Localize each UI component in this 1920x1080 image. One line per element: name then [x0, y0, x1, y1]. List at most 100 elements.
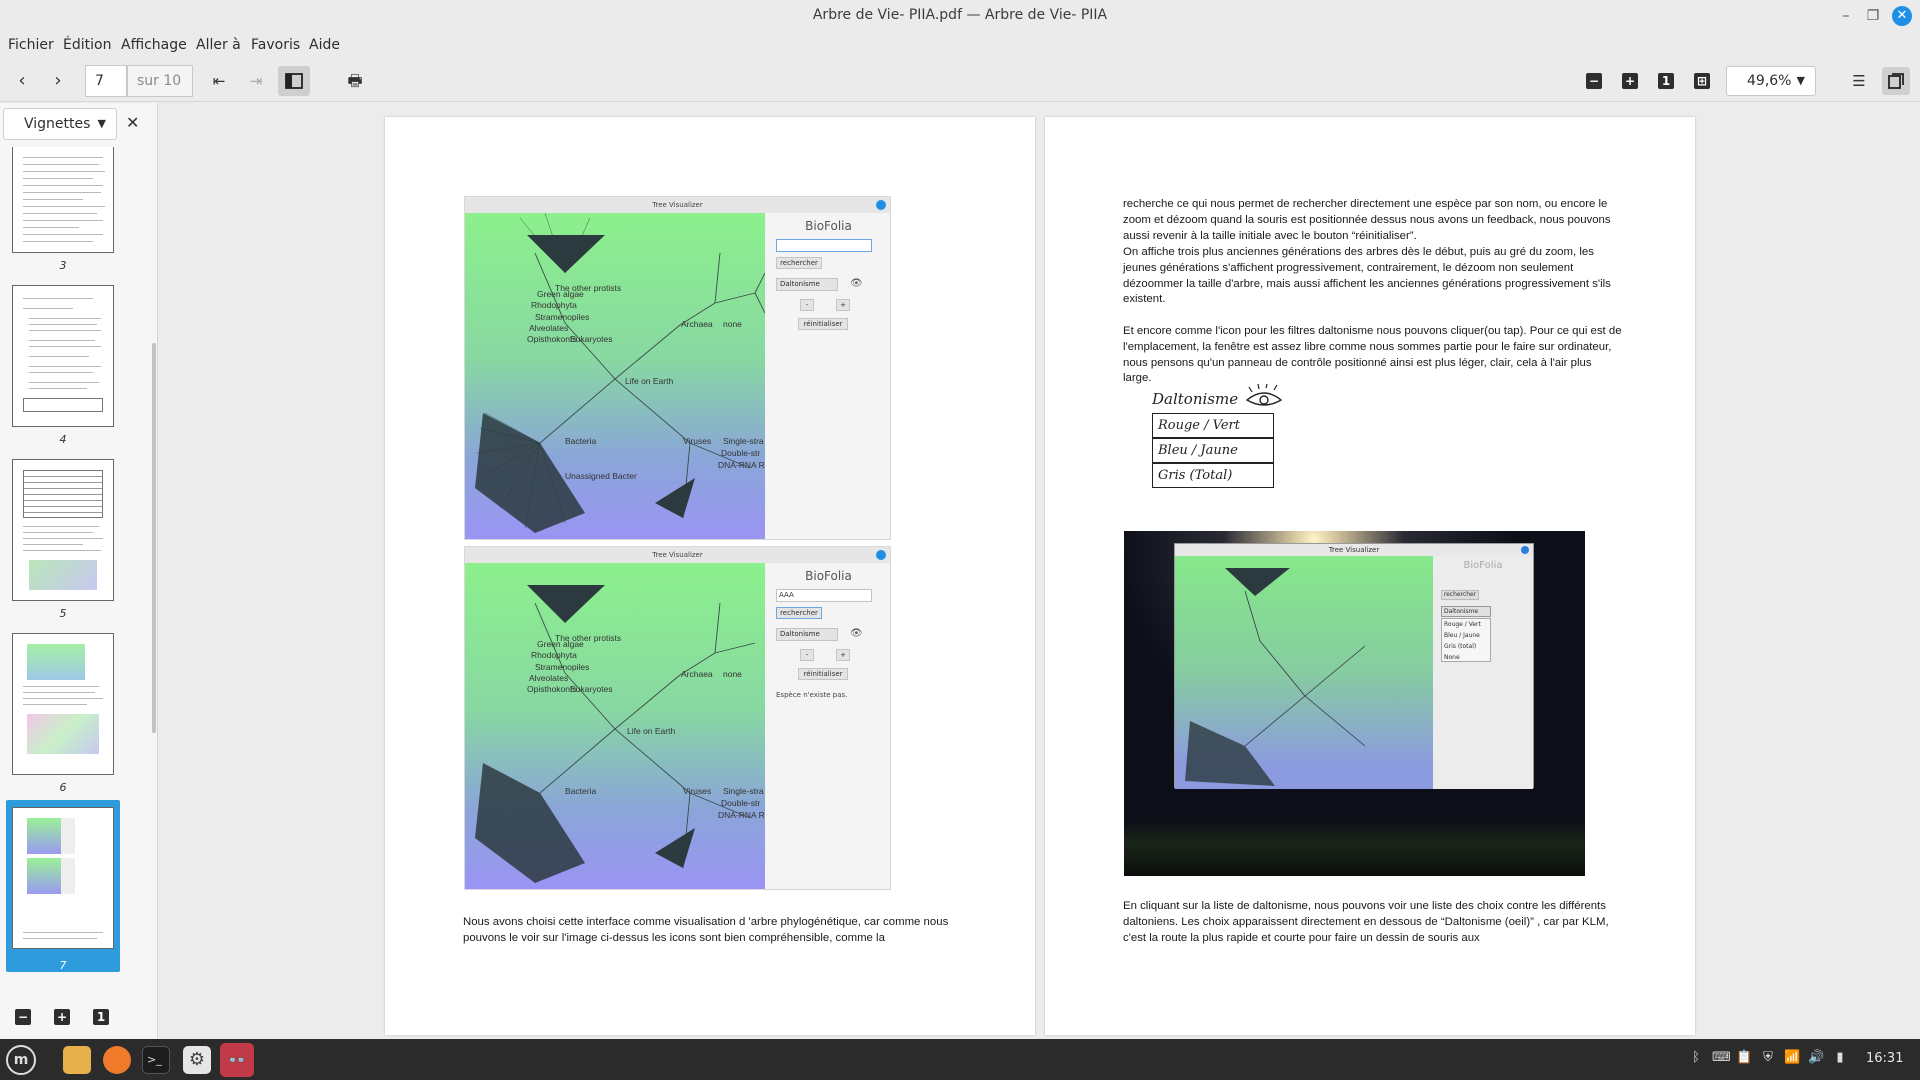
paragraph: En cliquant sur la liste de daltonisme, …: [1123, 900, 1609, 944]
close-icon: [1521, 546, 1529, 554]
dropdown-option: Rouge / Vert: [1444, 621, 1481, 628]
thumbnail-zoom-in-icon[interactable]: +: [54, 1009, 70, 1025]
search-button: rechercher: [1441, 590, 1479, 600]
thumbnail-page-4[interactable]: [12, 285, 114, 427]
app-logo: BioFolia: [805, 219, 852, 233]
sidebar-mode-select[interactable]: Vignettes ▼: [3, 108, 117, 140]
eye-sketch-icon: [1245, 384, 1283, 406]
tree-label: Alveolates: [529, 673, 569, 683]
next-page-icon[interactable]: ›: [44, 67, 72, 95]
tree-label: Double-str: [721, 798, 761, 808]
settings-icon[interactable]: ⚙: [183, 1046, 211, 1074]
menu-go[interactable]: Aller à: [196, 37, 241, 53]
thumbnail-page-3[interactable]: [12, 147, 114, 253]
battery-icon[interactable]: ▮: [1832, 1050, 1848, 1066]
bluetooth-icon[interactable]: ᛒ: [1688, 1050, 1704, 1066]
sketch-row: Bleu / Jaune: [1152, 438, 1274, 463]
error-message: Espèce n'existe pas.: [776, 691, 848, 699]
search-input: AAA: [776, 589, 872, 602]
tree-visualizer-screenshot-2: Tree Visualizer The other protists Green…: [464, 546, 891, 890]
zoom-in-icon[interactable]: +: [1616, 67, 1644, 95]
photo-tree-canvas: [1175, 556, 1433, 789]
close-icon: [876, 550, 886, 560]
control-panel: BioFolia rechercher Daltonisme 👁 - + réi…: [766, 213, 890, 539]
thumbnail-label: 3: [59, 259, 67, 272]
fit-width-icon[interactable]: ⊞: [1688, 67, 1716, 95]
clock[interactable]: 16:31: [1866, 1051, 1903, 1066]
reset-button: réinitialiser: [798, 668, 848, 680]
pdf-page-right: recherche ce qui nous permet de recherch…: [1045, 117, 1695, 1035]
zoom-in-button: +: [836, 299, 850, 311]
tree-label: DNA-RNA Re: [718, 460, 765, 470]
tree-label: Green algae: [537, 289, 584, 299]
chevron-down-icon: ▼: [97, 117, 106, 130]
thumbnail-page-7[interactable]: [12, 807, 114, 949]
paragraph: Et encore comme l'icon pour les filtres …: [1123, 325, 1622, 385]
file-manager-icon[interactable]: [63, 1046, 91, 1074]
daltonism-select: Daltonisme: [1441, 606, 1491, 617]
page-number-input[interactable]: 7: [85, 65, 127, 97]
menu-edit[interactable]: Édition: [63, 37, 111, 53]
terminal-icon[interactable]: >_: [142, 1046, 170, 1074]
tree-label: Eukaryotes: [570, 684, 613, 694]
close-button[interactable]: ✕: [1892, 6, 1912, 26]
tree-label: Stramenopiles: [535, 662, 590, 672]
sketch-row: Gris (Total): [1152, 463, 1274, 488]
tree-label: Stramenopiles: [535, 312, 590, 322]
paragraph: Nous avons choisi cette interface comme …: [463, 916, 949, 944]
clipboard-icon[interactable]: 📋: [1736, 1050, 1752, 1066]
fit-page-icon[interactable]: 1: [1652, 67, 1680, 95]
wifi-icon[interactable]: 📶: [1784, 1050, 1800, 1066]
volume-icon[interactable]: 🔊: [1808, 1050, 1824, 1066]
history-forward-icon[interactable]: ⇥: [242, 67, 270, 95]
tree-label: Alveolates: [529, 323, 569, 333]
previous-page-icon[interactable]: ‹: [8, 67, 36, 95]
zoom-select[interactable]: 49,6% ▼: [1726, 66, 1816, 96]
dropdown-option: Bleu / Jaune: [1444, 632, 1480, 639]
dropdown-option: Gris (total): [1444, 643, 1477, 650]
menu-view[interactable]: Affichage: [121, 37, 187, 53]
document-view[interactable]: Tree Visualizer The other protists Green…: [159, 103, 1920, 1039]
thumbnail-fit-icon[interactable]: 1: [93, 1009, 109, 1025]
thumbnail-page-6[interactable]: [12, 633, 114, 775]
reset-button: réinitialiser: [798, 318, 848, 330]
close-sidebar-icon[interactable]: ✕: [126, 113, 139, 132]
menu-bookmarks[interactable]: Favoris: [251, 37, 300, 53]
sidebar-scrollbar[interactable]: [152, 343, 156, 733]
thumbnail-page-5[interactable]: [12, 459, 114, 601]
search-input: [776, 239, 872, 252]
firefox-icon[interactable]: [103, 1046, 131, 1074]
tree-label: none: [723, 669, 742, 679]
dual-page-icon[interactable]: [1882, 67, 1910, 95]
eye-icon: 👁: [850, 628, 863, 639]
tree-visualizer-screenshot-1: Tree Visualizer The other protists Green…: [464, 196, 891, 540]
start-menu-icon[interactable]: m: [6, 1045, 36, 1075]
eye-icon: 👁: [850, 278, 863, 289]
page-count: sur 10: [127, 65, 193, 97]
menu-file[interactable]: Fichier: [8, 37, 54, 53]
zoom-out-icon[interactable]: −: [1580, 67, 1608, 95]
taskbar: m >_ ⚙ 👓 ᛒ ⌨ 📋 ⛨ 📶 🔊 ▮ 16:31: [0, 1039, 1920, 1080]
daltonism-sketch: Daltonisme Rouge / Vert Bleu / Jaune Gri…: [1152, 384, 1312, 510]
shield-icon[interactable]: ⛨: [1760, 1050, 1776, 1066]
menu-help[interactable]: Aide: [309, 37, 340, 53]
photo-screen: Tree Visualizer BioFolia rechercher Dalt…: [1174, 543, 1534, 789]
menu-lines-icon[interactable]: ☰: [1845, 67, 1873, 95]
history-back-icon[interactable]: ⇤: [205, 67, 233, 95]
print-icon[interactable]: 🖶: [341, 67, 369, 95]
paragraph: On affiche trois plus anciennes générati…: [1123, 246, 1611, 306]
zoom-out-button: -: [800, 299, 814, 311]
daltonism-select: Daltonisme: [776, 628, 838, 641]
sidebar-mode-label: Vignettes: [24, 116, 91, 132]
tree-label: Viruses: [683, 436, 712, 446]
sidebar-toggle-icon[interactable]: [278, 66, 310, 96]
tree-label: Double-str: [721, 448, 761, 458]
keyboard-icon[interactable]: ⌨: [1712, 1050, 1731, 1066]
thumbnail-label: 5: [59, 607, 67, 620]
daltonism-select: Daltonisme: [776, 278, 838, 291]
thumbnail-zoom-out-icon[interactable]: −: [15, 1009, 31, 1025]
menu-bar: Fichier Édition Affichage Aller à Favori…: [0, 32, 1920, 60]
document-viewer-icon[interactable]: 👓: [220, 1043, 254, 1077]
maximize-button[interactable]: ❐: [1863, 6, 1883, 26]
minimize-button[interactable]: –: [1836, 6, 1856, 26]
